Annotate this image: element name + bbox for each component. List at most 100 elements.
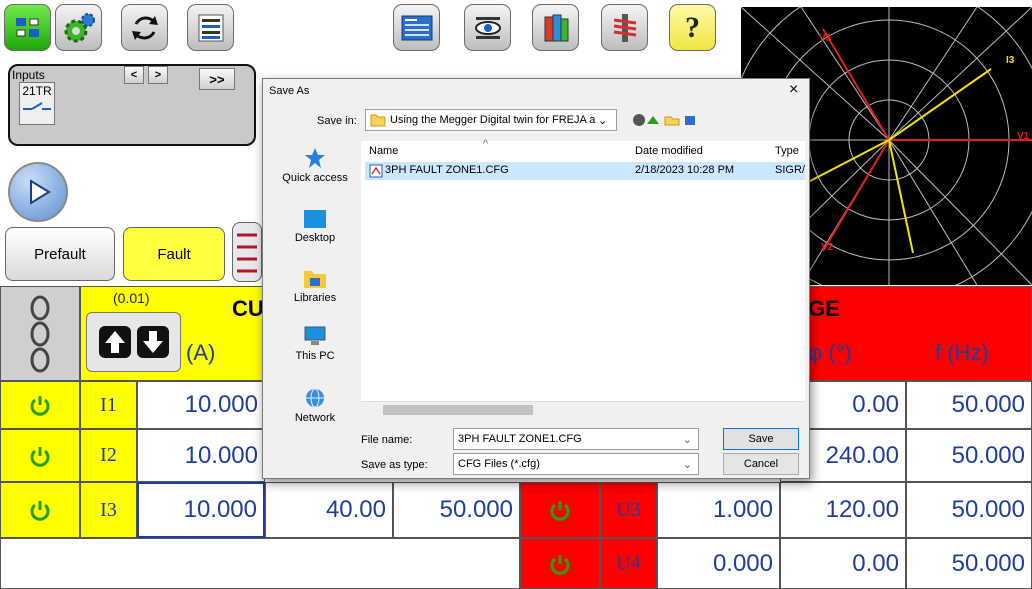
save-as-dialog: Save As × Save in: Using the Megger Digi… [262,78,810,479]
new-folder-icon[interactable] [664,116,680,126]
inputs-title: Inputs [12,68,45,82]
u4-phase[interactable]: 0.00 [780,538,906,589]
i2-enable-toggle[interactable] [0,429,80,482]
gear-icon [64,12,95,42]
close-button[interactable]: × [789,81,798,99]
i3-frequency[interactable]: 50.000 [393,482,520,538]
play-button[interactable] [8,162,68,222]
i3-amplitude[interactable]: 10.000 [137,482,265,538]
place-quick-access[interactable]: Quick access [273,147,357,184]
i2-amplitude[interactable]: 10.000 [137,429,265,482]
i3-label: I3 [80,482,137,538]
u3-enable-toggle[interactable] [520,482,600,538]
place-label: Quick access [282,172,348,184]
chevron-down-icon: ⌄ [598,114,608,127]
u3-phase[interactable]: 120.00 [780,482,906,538]
refresh-icon [131,15,158,40]
fault-button[interactable]: Fault [123,227,225,281]
i3-enable-toggle[interactable] [0,482,80,538]
place-label: Libraries [293,292,337,304]
freq-unit: f (Hz) [935,340,989,365]
column-type[interactable]: Type [775,145,799,157]
i2-label: I2 [80,429,137,482]
refresh-button[interactable] [121,4,168,51]
i3-phase[interactable]: 40.00 [265,482,393,538]
display-button[interactable] [464,4,511,51]
i1-amplitude[interactable]: 10.000 [137,381,265,429]
tools-button[interactable] [601,4,648,51]
next-input-button[interactable]: > [148,66,168,84]
books-icon [544,14,568,41]
place-network[interactable]: Network [273,387,357,424]
sequence-button[interactable] [232,222,262,282]
sequence-list-icon [237,233,257,273]
help-button[interactable]: ? [669,4,716,51]
save-type-value: CFG Files (*.cfg) [458,458,540,470]
u4-label: U4 [600,538,657,589]
dialog-title: Save As [269,85,310,97]
u4-enable-toggle[interactable] [520,538,600,589]
u3-amplitude[interactable]: 1.000 [657,482,780,538]
station-button[interactable] [4,4,51,51]
star-icon [305,148,325,168]
scrollbar-thumb[interactable] [383,405,533,415]
i1-enable-toggle[interactable] [0,381,80,429]
computer-icon [304,326,326,345]
save-in-label: Save in: [317,115,357,127]
place-libraries[interactable]: Libraries [273,267,357,304]
column-name[interactable]: Name [369,145,398,157]
file-name: 3PH FAULT ZONE1.CFG [385,164,509,176]
file-row[interactable]: 3PH FAULT ZONE1.CFG 2/18/2023 10:28 PM S… [365,162,805,180]
desktop-icon [304,210,326,228]
arrow-down-icon [136,326,169,358]
save-button[interactable]: Save [723,428,799,450]
view-menu-icon[interactable] [685,116,695,125]
step-up-down-button[interactable] [86,312,181,372]
list-settings-button[interactable] [187,4,234,51]
u1-frequency[interactable]: 50.000 [906,381,1032,429]
u2-frequency[interactable]: 50.000 [906,429,1032,482]
horizontal-scrollbar[interactable] [361,401,805,417]
power-icon [30,446,50,467]
file-name-label: File name: [361,434,413,446]
save-type-label: Save as type: [361,459,428,471]
folder-icon [370,114,386,127]
empty-row [0,538,520,589]
cancel-button[interactable]: Cancel [723,453,799,475]
prev-input-button[interactable]: < [124,66,144,84]
file-icon [369,164,383,178]
network-icon [306,388,324,408]
forward-button[interactable]: >> [199,68,235,90]
libraries-icon [304,271,326,288]
prefault-button[interactable]: Prefault [5,227,115,281]
report-button[interactable] [393,4,440,51]
u4-frequency[interactable]: 50.000 [906,538,1032,589]
tr-input-tile[interactable]: 21TR [19,82,55,125]
place-desktop[interactable]: Desktop [273,209,357,244]
column-date[interactable]: Date modified [635,145,703,157]
place-label: Network [294,412,336,424]
up-folder-icon[interactable] [647,116,659,124]
file-name-input[interactable]: 3PH FAULT ZONE1.CFG ⌄ [453,428,699,450]
step-value: (0.01) [113,290,150,306]
play-icon [30,179,51,205]
voltage-header-title: GE [808,296,840,321]
i1-label: I1 [80,381,137,429]
settings-button[interactable] [55,4,102,51]
tr-label: 21TR [22,84,52,98]
current-header-title: CU [232,296,264,321]
u3-frequency[interactable]: 50.000 [906,482,1032,538]
link-channels-button[interactable] [0,286,80,381]
back-icon[interactable] [633,114,645,126]
place-label: Desktop [294,232,336,244]
save-in-dropdown[interactable]: Using the Megger Digital twin for FREJA … [365,109,617,131]
place-this-pc[interactable]: This PC [273,325,357,362]
power-icon [30,396,50,416]
contact-switch-icon [23,102,51,110]
save-type-dropdown[interactable]: CFG Files (*.cfg) ⌄ [453,453,699,475]
current-unit: (A) [186,340,216,365]
phase-unit: φ (°) [808,340,852,365]
library-button[interactable] [532,4,579,51]
u4-amplitude[interactable]: 0.000 [657,538,780,589]
tools-icon [613,13,636,42]
